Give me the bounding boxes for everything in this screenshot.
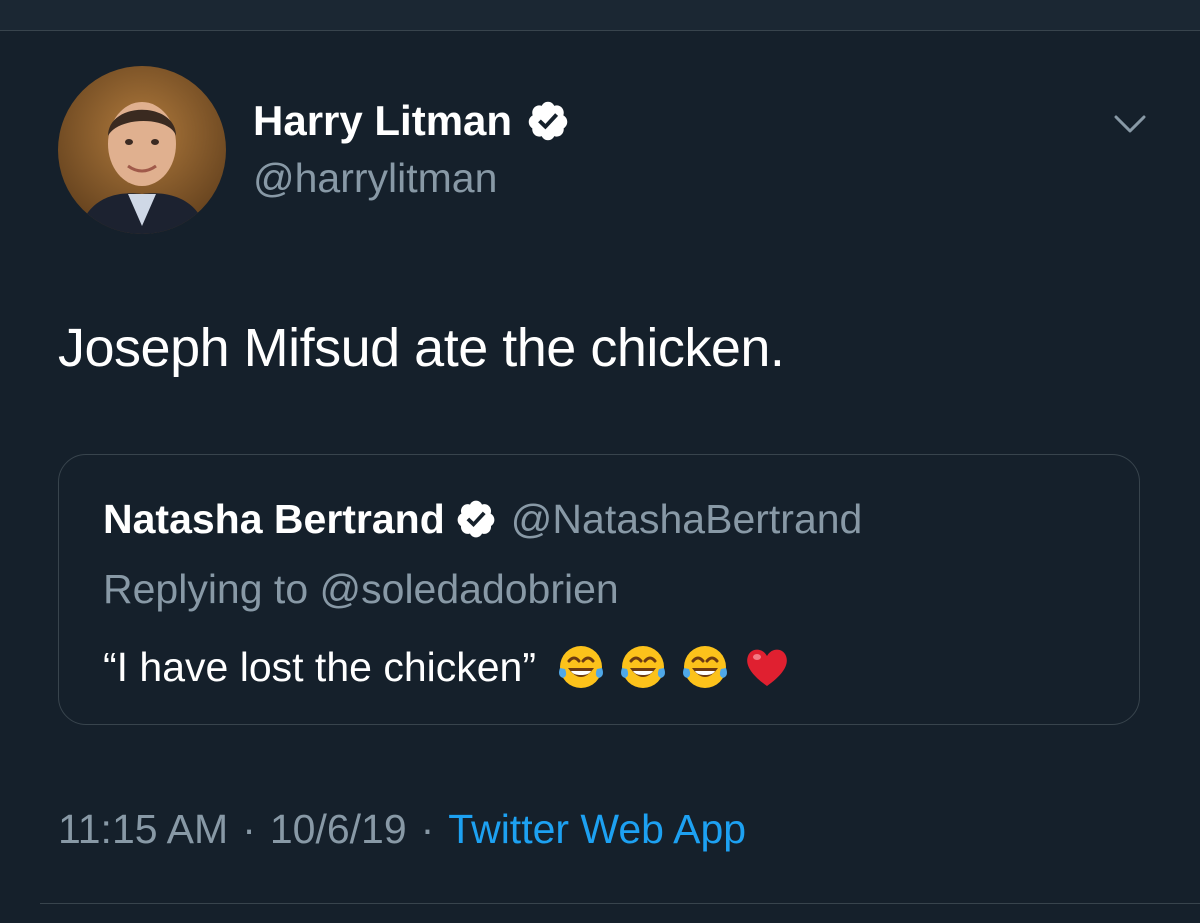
- meta-separator: ·: [242, 806, 256, 852]
- quoted-tweet-text: “I have lost the chicken”: [103, 643, 536, 690]
- meta-separator: ·: [420, 806, 435, 852]
- tears-of-joy-emoji-icon: [558, 646, 603, 688]
- chevron-down-icon[interactable]: [1108, 105, 1152, 145]
- author-handle[interactable]: @harrylitman: [253, 151, 497, 205]
- tweet-time[interactable]: 11:15 AM: [58, 801, 228, 857]
- tweet-text: Joseph Mifsud ate the chicken.: [58, 318, 785, 378]
- tweet-date[interactable]: 10/6/19: [270, 801, 407, 857]
- author-name[interactable]: Harry Litman: [253, 93, 512, 149]
- divider: [40, 903, 1200, 904]
- quoted-text-row: “I have lost the chicken”: [103, 637, 792, 697]
- quoted-author-row: Natasha Bertrand @NatashaBertrand: [103, 491, 862, 547]
- verified-badge-icon: [457, 500, 495, 538]
- replying-prefix: Replying to: [103, 566, 320, 612]
- tweet-source-link[interactable]: Twitter Web App: [448, 801, 746, 857]
- replying-to-mention[interactable]: @soledadobrien: [320, 566, 619, 612]
- tweet: Harry Litman @harrylitman Joseph Mifsud …: [0, 31, 1200, 923]
- top-bar: [0, 0, 1200, 31]
- quoted-tweet[interactable]: Natasha Bertrand @NatashaBertrand Replyi…: [58, 454, 1140, 725]
- tweet-meta: 11:15 AM · 10/6/19 · Twitter Web App: [58, 801, 746, 857]
- quoted-author-name: Natasha Bertrand: [103, 495, 445, 542]
- avatar[interactable]: [58, 66, 226, 234]
- tears-of-joy-emoji-icon: [682, 646, 727, 688]
- red-heart-emoji-icon: [747, 649, 787, 686]
- replying-to-line: Replying to @soledadobrien: [103, 561, 619, 617]
- verified-badge-icon: [528, 101, 568, 141]
- avatar-photo: [58, 66, 226, 234]
- quoted-author-handle: @NatashaBertrand: [510, 495, 863, 542]
- author-name-row: Harry Litman: [253, 93, 570, 149]
- tears-of-joy-emoji-icon: [620, 646, 665, 688]
